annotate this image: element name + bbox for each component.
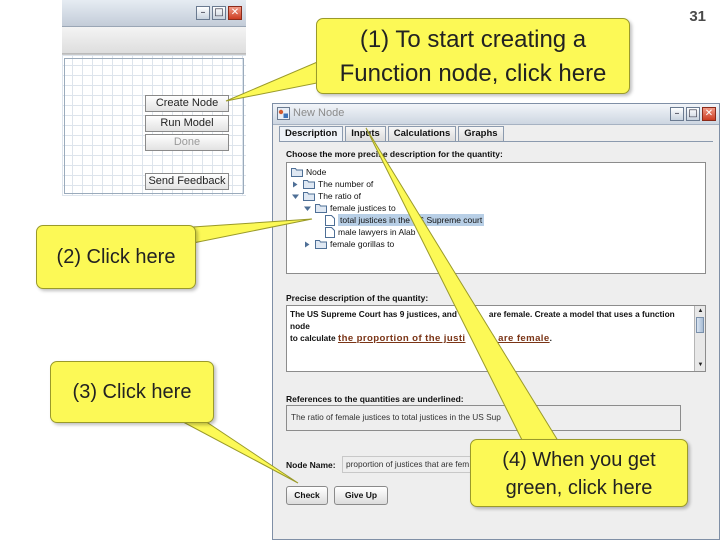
callout-2-pointer — [192, 218, 313, 244]
callout-step-3: (3) Click here — [50, 361, 214, 423]
callout-step-1: (1) To start creating a Function node, c… — [316, 18, 630, 94]
callout-4-pointer — [365, 127, 561, 445]
callout-step-2: (2) Click here — [36, 225, 196, 289]
callout-3-pointer — [169, 414, 299, 484]
callout-1-pointer — [225, 59, 323, 102]
callout-step-4: (4) When you get green, click here — [470, 439, 688, 507]
